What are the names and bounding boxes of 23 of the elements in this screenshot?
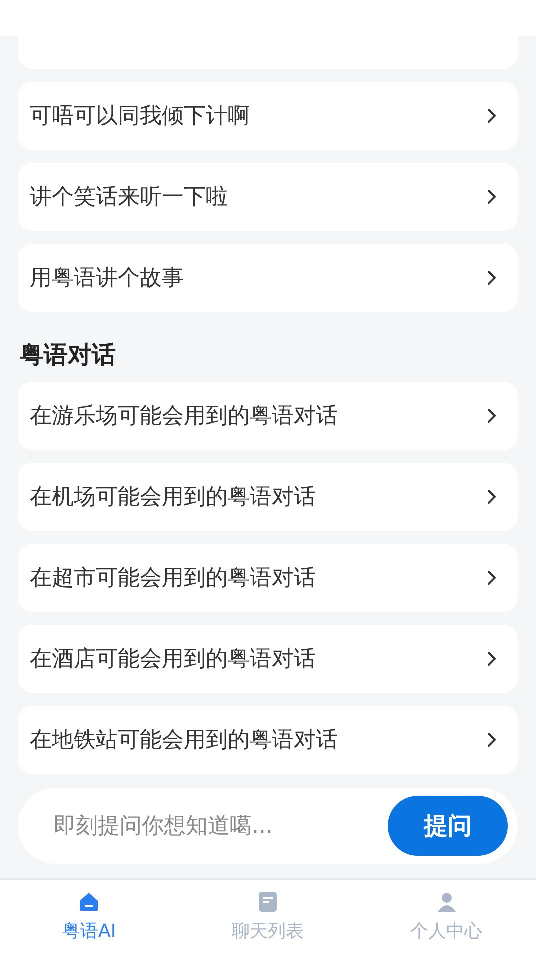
prompt-item[interactable]: 可唔可以同我倾下计啊 — [18, 82, 518, 150]
chevron-right-icon — [488, 271, 496, 285]
prompt-item[interactable]: 在超市可能会用到的粤语对话 — [18, 544, 518, 612]
ask-button[interactable]: 提问 — [388, 796, 508, 856]
nav-tab[interactable]: 粤语AI — [0, 880, 179, 954]
chevron-right-icon — [488, 652, 496, 666]
chevron-right-icon — [488, 733, 496, 747]
chevron-right-icon — [488, 490, 496, 504]
document-icon — [257, 891, 279, 913]
home-icon — [78, 891, 100, 913]
prompt-item[interactable]: 在酒店可能会用到的粤语对话 — [18, 625, 518, 693]
chevron-right-icon — [488, 109, 496, 123]
prompt-item[interactable]: 讲个笑话来听一下啦 — [18, 163, 518, 231]
question-field[interactable]: 即刻提问你想知道噶... — [52, 812, 388, 840]
prompt-item[interactable]: 在地铁站可能会用到的粤语对话 — [18, 706, 518, 774]
chevron-right-icon — [488, 571, 496, 585]
section-title: 粤语对话 — [20, 340, 117, 371]
chevron-right-icon — [488, 190, 496, 204]
prompt-item[interactable]: 在机场可能会用到的粤语对话 — [18, 463, 518, 531]
prompt-item[interactable]: 用粤语讲个故事 — [18, 244, 518, 312]
chevron-right-icon — [488, 409, 496, 423]
prompt-item[interactable]: 在游乐场可能会用到的粤语对话 — [18, 382, 518, 450]
user-icon — [436, 891, 458, 913]
